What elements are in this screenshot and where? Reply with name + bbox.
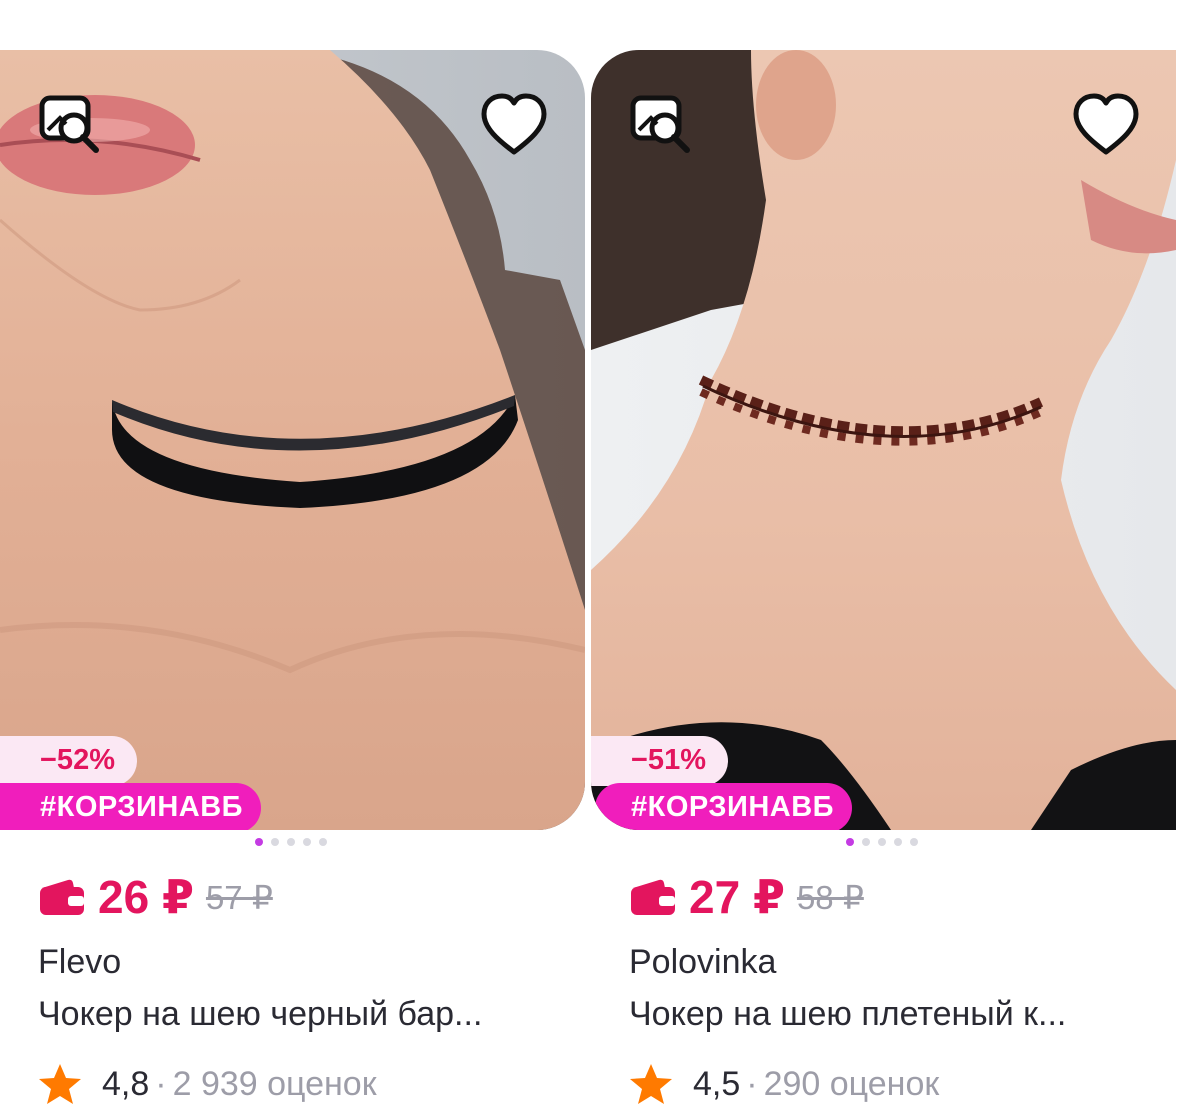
product-photo-choker-woven — [591, 50, 1176, 830]
visual-search-icon[interactable] — [36, 90, 106, 160]
carousel-indicator — [255, 838, 327, 846]
carousel-dot — [862, 838, 870, 846]
rating-value: 4,5 — [693, 1064, 741, 1103]
carousel-dot — [287, 838, 295, 846]
price-row: 27 ₽ 58 ₽ — [629, 870, 864, 924]
product-card-1[interactable]: −52% #КОРЗИНАВБ 26 ₽ 57 ₽ Flevo Чокер на… — [0, 50, 585, 1112]
brand-name[interactable]: Flevo — [38, 943, 121, 982]
promo-badge: #КОРЗИНАВБ — [0, 783, 262, 830]
wallet-icon — [40, 879, 84, 915]
carousel-dot — [846, 838, 854, 846]
product-photo-choker-black — [0, 50, 585, 830]
carousel-dot — [255, 838, 263, 846]
product-title[interactable]: Чокер на шею черный бар... — [38, 995, 482, 1034]
current-price: 27 ₽ — [689, 871, 785, 923]
reviews-count[interactable]: 290 оценок — [764, 1065, 940, 1104]
carousel-dot — [894, 838, 902, 846]
discount-badge: −52% — [0, 736, 137, 786]
heart-icon[interactable] — [478, 90, 550, 162]
visual-search-icon[interactable] — [627, 90, 697, 160]
carousel-dot — [271, 838, 279, 846]
old-price: 57 ₽ — [205, 878, 273, 916]
reviews-count[interactable]: 2 939 оценок — [173, 1065, 377, 1104]
old-price: 58 ₽ — [796, 878, 864, 916]
carousel-dot — [878, 838, 886, 846]
carousel-dot — [910, 838, 918, 846]
star-icon — [630, 1064, 672, 1104]
heart-icon[interactable] — [1070, 90, 1142, 162]
star-icon — [39, 1064, 81, 1104]
promo-badge: #КОРЗИНАВБ — [595, 783, 853, 830]
discount-badge: −51% — [591, 736, 728, 786]
carousel-dot — [303, 838, 311, 846]
carousel-dot — [319, 838, 327, 846]
rating-row: 4,5 · 290 оценок — [629, 1062, 939, 1106]
wallet-icon — [631, 879, 675, 915]
carousel-indicator — [846, 838, 918, 846]
rating-row: 4,8 · 2 939 оценок — [38, 1062, 377, 1106]
current-price: 26 ₽ — [98, 871, 194, 923]
product-card-2[interactable]: −51% #КОРЗИНАВБ 27 ₽ 58 ₽ Polovinka Чоке… — [591, 50, 1176, 1112]
rating-value: 4,8 — [102, 1064, 150, 1103]
product-image[interactable]: −52% #КОРЗИНАВБ — [0, 50, 585, 830]
separator: · — [155, 1064, 167, 1103]
price-row: 26 ₽ 57 ₽ — [38, 870, 273, 924]
separator: · — [746, 1064, 758, 1103]
brand-name[interactable]: Polovinka — [629, 943, 776, 982]
product-title[interactable]: Чокер на шею плетеный к... — [629, 995, 1066, 1034]
product-image[interactable]: −51% #КОРЗИНАВБ — [591, 50, 1176, 830]
